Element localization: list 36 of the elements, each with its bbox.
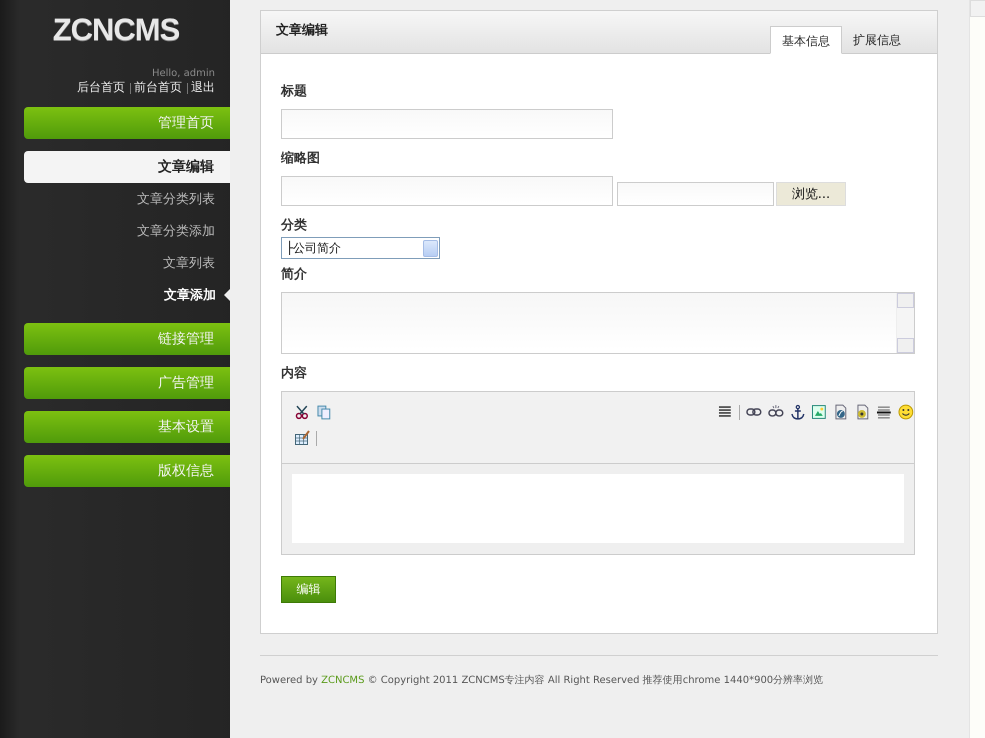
document-icon[interactable] [832,404,849,420]
input-field[interactable] [281,176,613,206]
field-label: 简介 [281,266,308,284]
anchor-icon[interactable] [790,404,806,420]
nav-link[interactable]: 前台首页 [134,80,182,95]
submenu-item[interactable]: 文章分类列表 [137,190,230,208]
table-edit-icon[interactable] [294,430,310,446]
image-icon[interactable] [811,404,827,420]
greeting-text: Hello, admin [152,68,216,79]
submenu-item[interactable]: 文章分类添加 [137,222,230,240]
field-label: 缩略图 [281,150,321,168]
category-select[interactable]: ├公司简介 [281,237,440,259]
nav-link[interactable]: 退出 [191,80,215,95]
field-label: 标题 [281,83,308,101]
copy-icon[interactable] [316,404,332,420]
file-field[interactable] [617,182,774,206]
menu-item[interactable]: 文章编辑 [24,151,230,183]
nav-link[interactable]: 后台首页 [77,80,125,95]
field-label: 分类 [281,217,308,235]
panel-title: 文章编辑 [276,22,328,39]
field-label: 内容 [281,364,308,383]
page-scrollbar[interactable] [969,0,985,738]
input-field[interactable] [281,109,613,139]
scissors-icon[interactable] [294,404,310,420]
media-file-icon[interactable] [854,404,870,420]
pointer-icon [224,289,230,301]
smiley-icon[interactable] [898,404,914,420]
browse-button[interactable]: 浏览... [776,182,846,206]
submenu-item[interactable]: 文章列表 [163,254,230,272]
footer-text: Powered by ZCNCMS © Copyright 2011 ZCNCMS专注内容 All Right Reserved 推荐使用chrome 1440*900分辨率浏览 [260,674,824,687]
logo: ZCNCMS [52,12,180,48]
submenu-item[interactable]: 文章添加 [164,286,224,304]
horizontal-rule-icon[interactable] [876,404,892,420]
tab[interactable]: 基本信息 [770,26,842,54]
textarea-field[interactable] [281,292,915,354]
tab[interactable]: 扩展信息 [842,26,912,54]
